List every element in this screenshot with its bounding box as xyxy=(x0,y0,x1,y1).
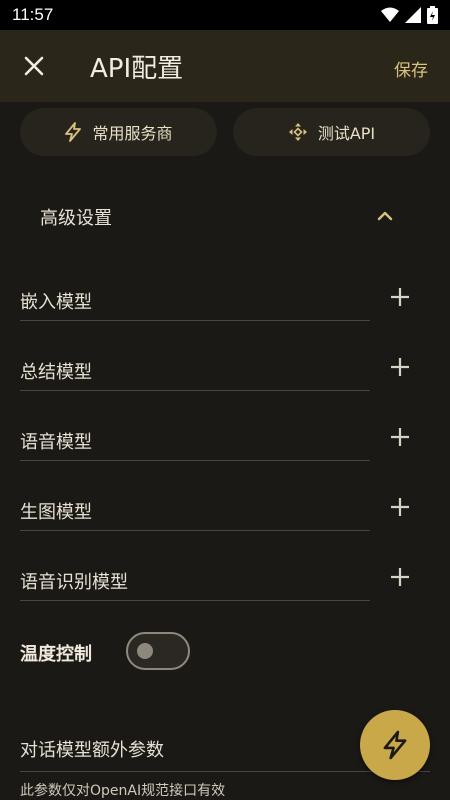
divider xyxy=(20,390,370,391)
test-api-label: 测试API xyxy=(317,124,376,143)
add-speech-model-button[interactable] xyxy=(387,424,413,450)
extra-params-hint: 此参数仅对OpenAI规范接口有效 xyxy=(20,783,226,799)
quick-action-fab[interactable] xyxy=(360,710,430,780)
diamond-arrows-icon xyxy=(288,123,307,141)
advanced-settings-title: 高级设置 xyxy=(40,208,112,229)
divider xyxy=(20,771,430,772)
divider xyxy=(20,320,370,321)
divider xyxy=(20,530,370,531)
model-label: 语音识别模型 xyxy=(20,572,128,593)
signal-icon xyxy=(405,7,421,23)
add-summary-model-button[interactable] xyxy=(387,354,413,380)
toggle-knob xyxy=(137,643,153,659)
wifi-icon xyxy=(381,7,399,22)
page-title: API配置 xyxy=(90,54,184,84)
add-image-model-button[interactable] xyxy=(387,494,413,520)
model-label: 嵌入模型 xyxy=(20,292,92,313)
plus-icon xyxy=(391,358,409,376)
plus-icon xyxy=(391,568,409,586)
model-label: 总结模型 xyxy=(20,362,92,383)
common-providers-label: 常用服务商 xyxy=(92,124,173,143)
extra-params-label[interactable]: 对话模型额外参数 xyxy=(20,736,164,762)
status-bar: 11:57 xyxy=(0,0,450,30)
chevron-up-icon xyxy=(377,211,393,221)
test-api-button[interactable]: 测试API xyxy=(233,108,430,156)
add-speech-recognition-model-button[interactable] xyxy=(387,564,413,590)
model-label: 生图模型 xyxy=(20,502,92,523)
status-icons xyxy=(381,6,438,24)
divider xyxy=(20,460,370,461)
temperature-toggle[interactable] xyxy=(126,632,190,670)
close-button[interactable] xyxy=(18,50,50,82)
model-row-speech-recognition: 语音识别模型 xyxy=(20,546,430,616)
divider xyxy=(20,600,370,601)
plus-icon xyxy=(391,428,409,446)
app-bar: API配置 保存 xyxy=(0,30,450,102)
model-row-image: 生图模型 xyxy=(20,476,430,546)
model-label: 语音模型 xyxy=(20,432,92,453)
model-row-speech: 语音模型 xyxy=(20,406,430,476)
lightning-icon xyxy=(65,122,82,142)
collapse-advanced-button[interactable] xyxy=(374,205,396,227)
status-time: 11:57 xyxy=(12,5,54,24)
lightning-icon xyxy=(383,730,407,760)
model-row-embedding: 嵌入模型 xyxy=(20,266,430,336)
plus-icon xyxy=(391,498,409,516)
model-row-summary: 总结模型 xyxy=(20,336,430,406)
add-embedding-model-button[interactable] xyxy=(387,284,413,310)
battery-icon xyxy=(427,6,438,24)
close-icon xyxy=(24,56,44,76)
common-providers-button[interactable]: 常用服务商 xyxy=(20,108,217,156)
save-button[interactable]: 保存 xyxy=(394,56,428,81)
plus-icon xyxy=(391,288,409,306)
temperature-control-label: 温度控制 xyxy=(20,644,92,665)
